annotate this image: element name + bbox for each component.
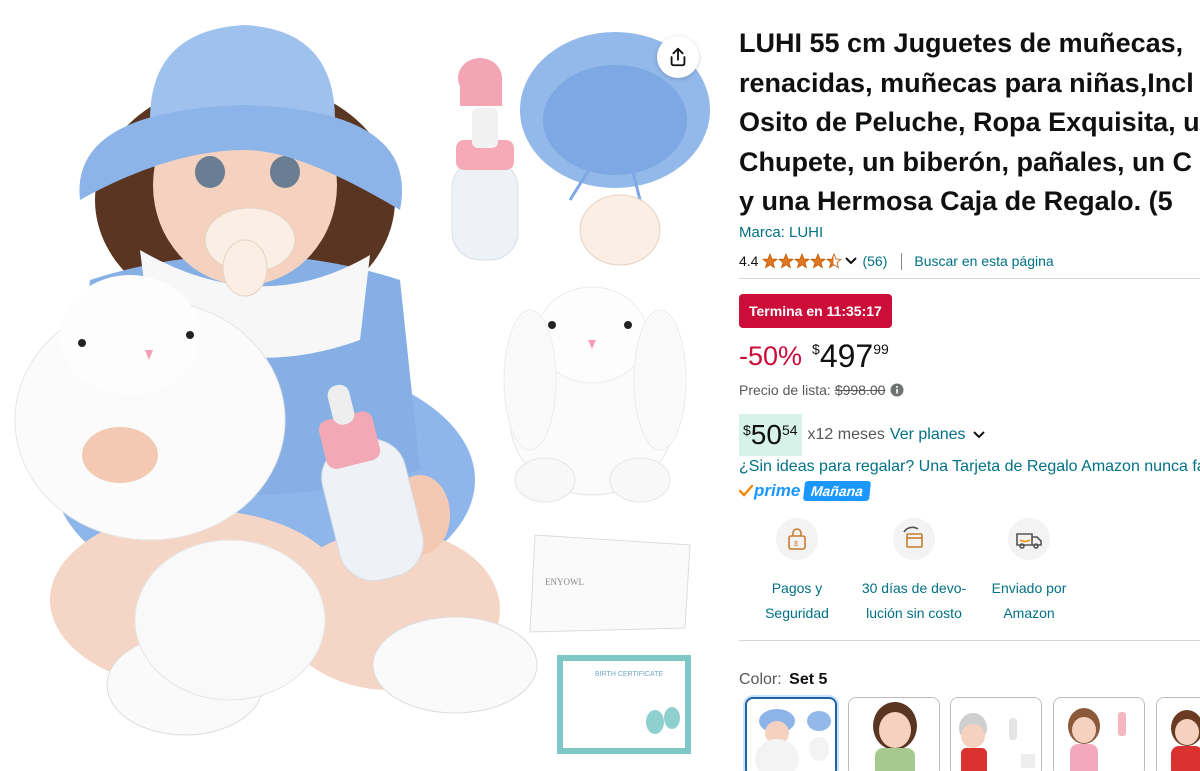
installment-months: x12 meses <box>807 426 885 443</box>
color-swatches <box>745 697 1200 771</box>
installment-whole: 50 <box>750 419 782 450</box>
deal-countdown-badge: Termina en 11:35:17 <box>739 294 892 328</box>
delivery-truck-icon <box>1008 518 1050 560</box>
product-title-line: y una Hermosa Caja de Regalo. (5 <box>739 186 1173 216</box>
prime-check-icon <box>739 484 753 497</box>
feature-label: Enviado por Amazon <box>991 580 1067 621</box>
return-box-icon <box>893 518 935 560</box>
product-image: ENYOWL BIRTH CERTIFICATE <box>14 25 710 754</box>
color-swatch[interactable] <box>1156 697 1200 771</box>
rating-row: 4.4 (56) Buscar en esta página <box>739 251 1054 271</box>
feature-shipped-by-amazon[interactable]: Enviado por Amazon <box>971 518 1087 626</box>
feature-returns[interactable]: 30 días de devo-lución sin costo <box>856 518 972 626</box>
color-swatch[interactable] <box>950 697 1042 771</box>
divider <box>739 278 1200 279</box>
color-label: Color: <box>739 671 782 688</box>
product-title-line: renacidas, muñecas para niñas,Incl <box>739 67 1194 98</box>
list-price-label: Precio de lista: <box>739 382 831 398</box>
gift-card-link[interactable]: ¿Sin ideas para regalar? Una Tarjeta de … <box>739 458 1200 476</box>
view-plans-link[interactable]: Ver planes <box>890 426 986 444</box>
list-price-value: $998.00 <box>834 382 886 398</box>
feature-secure-payment[interactable]: $ Pagos y Seguridad <box>739 518 855 626</box>
certificate-title-text: BIRTH CERTIFICATE <box>595 671 663 678</box>
price-whole: 497 <box>819 338 874 374</box>
share-button[interactable] <box>657 36 699 78</box>
feature-label: Pagos y Seguridad <box>765 580 829 621</box>
brand-link[interactable]: Marca: LUHI <box>739 224 823 241</box>
price-currency: $ <box>812 341 820 357</box>
prime-delivery-day: Mañana <box>803 481 872 501</box>
color-swatch[interactable] <box>848 697 940 771</box>
chevron-down-icon[interactable] <box>844 256 858 266</box>
installment-fraction: 54 <box>781 422 798 438</box>
feature-label: 30 días de devo-lución sin costo <box>861 580 967 621</box>
secure-payment-icon: $ <box>776 518 818 560</box>
product-title-line: Chupete, un biberón, pañales, un C <box>739 146 1193 177</box>
divider <box>901 252 903 270</box>
search-page-link[interactable]: Buscar en esta página <box>914 253 1053 269</box>
prime-delivery-badge: prime Mañana <box>739 478 872 504</box>
prime-label: prime <box>754 481 801 500</box>
diaper-brand-text: ENYOWL <box>545 577 584 587</box>
feature-icons: $ Pagos y Seguridad 30 días de devo-luci… <box>739 518 1079 628</box>
installment-row: $ 50 54 x12 meses Ver planes <box>739 414 986 456</box>
price-fraction: 99 <box>873 341 889 357</box>
list-price-row: Precio de lista: $998.00 <box>739 382 904 398</box>
color-swatch[interactable] <box>1053 697 1145 771</box>
installment-price: $ 50 54 <box>739 414 802 456</box>
installment-currency: $ <box>743 422 751 438</box>
share-icon <box>670 47 686 67</box>
svg-text:$: $ <box>794 541 798 548</box>
discount-percent: -50% <box>739 341 803 371</box>
product-title-line: LUHI 55 cm Juguetes de muñecas, <box>739 28 1184 58</box>
color-selected-value: Set 5 <box>789 671 828 688</box>
product-title: LUHI 55 cm Juguetes de muñecas, renacida… <box>739 24 1200 222</box>
star-rating-icon[interactable] <box>762 253 842 269</box>
review-count-link[interactable]: (56) <box>862 253 887 269</box>
chevron-down-icon <box>972 431 985 439</box>
color-selector-label: Color: Set 5 <box>739 671 827 689</box>
product-image-area[interactable]: ENYOWL BIRTH CERTIFICATE <box>0 0 720 771</box>
rating-value: 4.4 <box>739 253 759 269</box>
divider <box>739 640 1200 641</box>
info-icon[interactable] <box>890 383 904 397</box>
view-plans-label: Ver planes <box>889 426 966 443</box>
product-title-line: Osito de Peluche, Ropa Exquisita, u <box>739 107 1200 137</box>
price-row: -50% $ 497 99 <box>739 336 889 376</box>
color-swatch-selected[interactable] <box>745 697 837 771</box>
